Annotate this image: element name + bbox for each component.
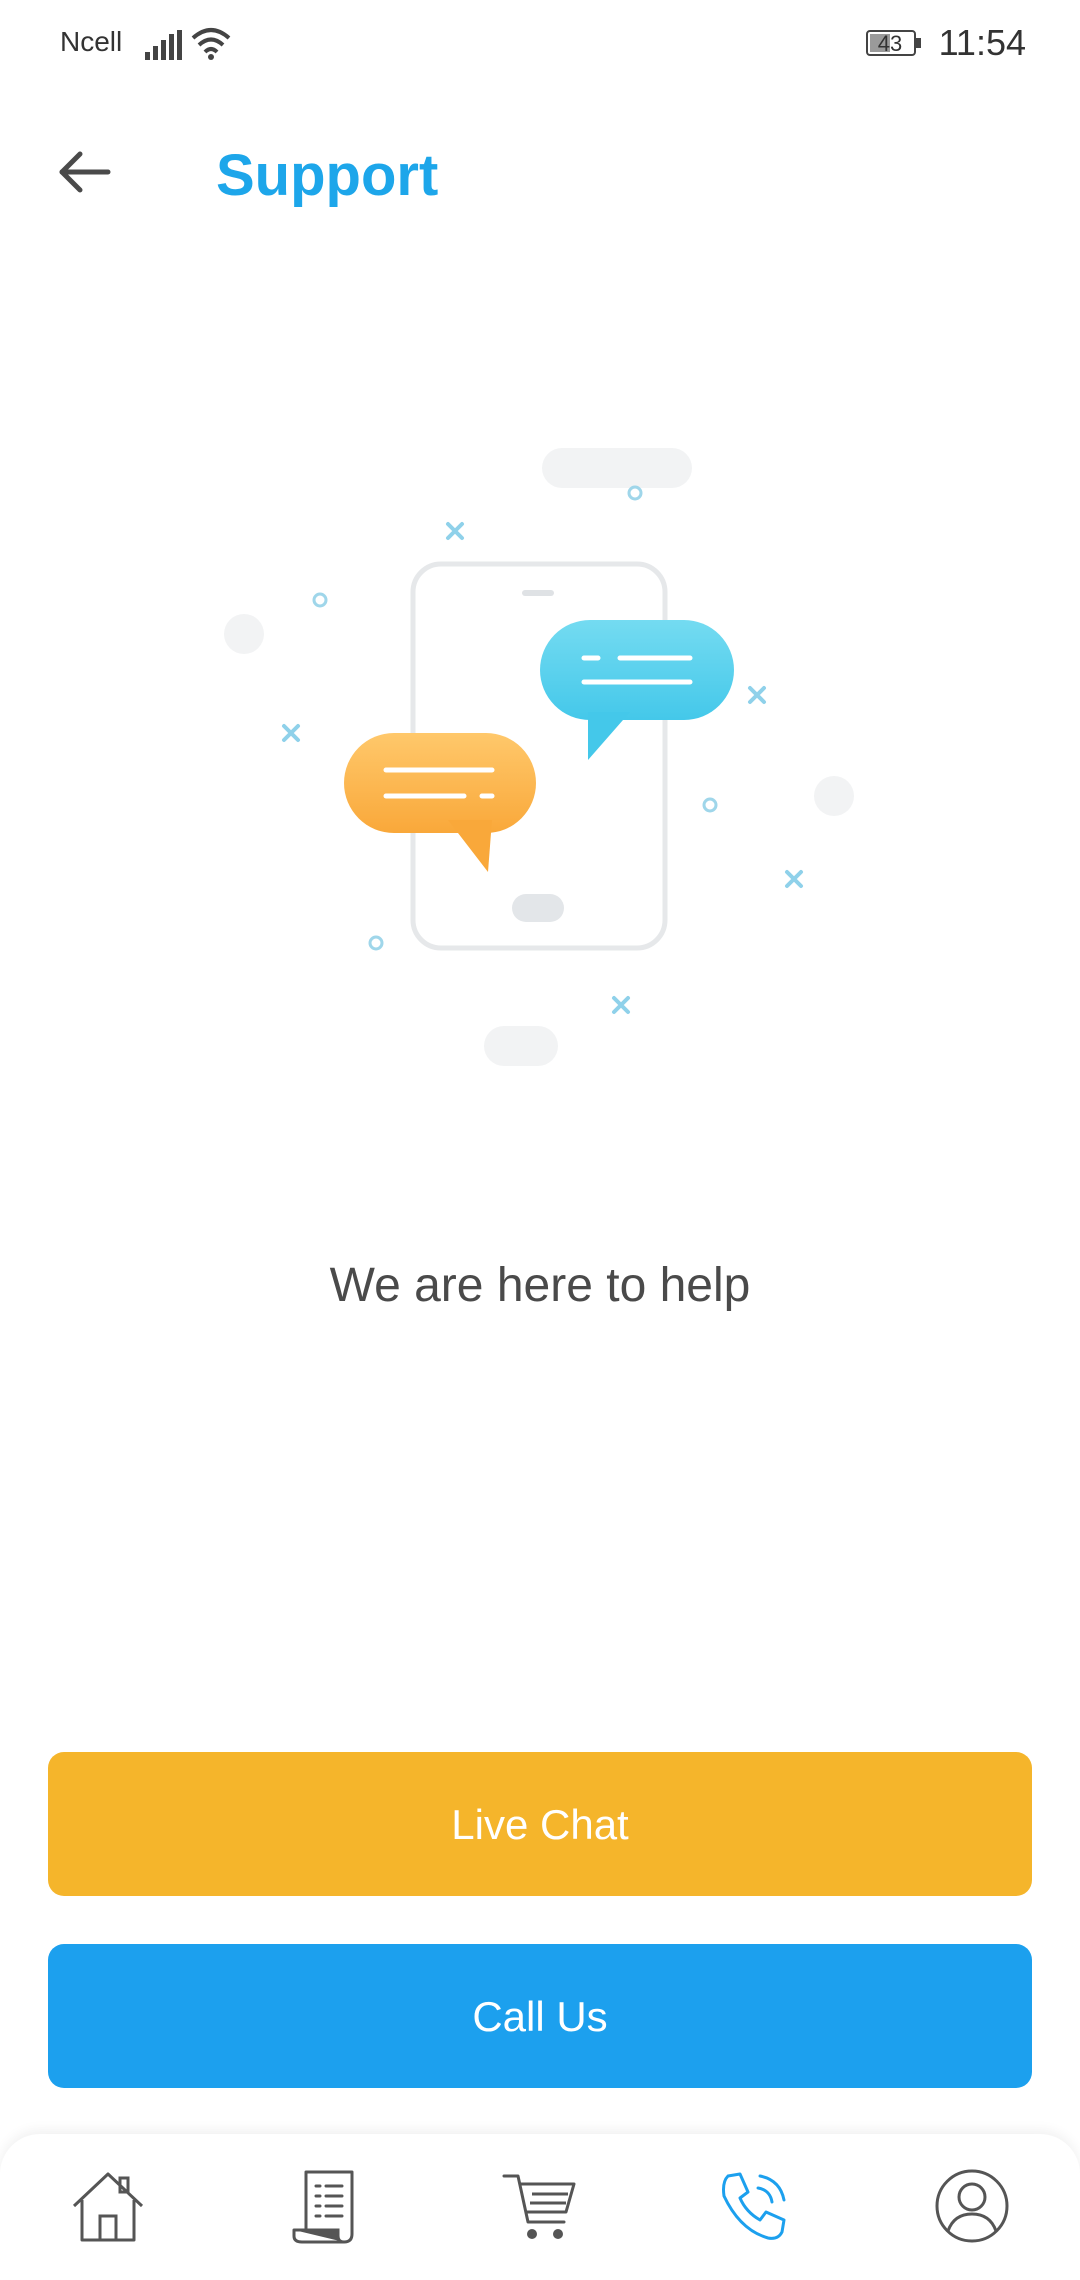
profile-icon[interactable] [932,2166,1012,2246]
back-arrow-icon[interactable] [52,140,116,204]
cart-icon[interactable] [500,2166,580,2246]
phone-call-icon[interactable] [714,2166,794,2246]
call-us-button[interactable]: Call Us [48,1944,1032,2088]
live-chat-button[interactable]: Live Chat [48,1752,1032,1896]
signal-icon [145,30,182,60]
help-message: We are here to help [329,1259,751,1312]
home-icon[interactable] [68,2166,148,2246]
carrier-name: Ncell [60,26,123,57]
status-bar: Ncell 43 11:54 [0,0,1080,92]
orders-receipt-icon[interactable] [288,2166,368,2246]
battery-level: 43 [877,31,903,56]
page-title: Support [216,143,439,208]
bottom-navigation [0,2134,1080,2280]
chat-bubbles-illustration [224,448,854,1066]
status-time: 11:54 [938,22,1026,63]
wifi-icon [191,28,231,60]
